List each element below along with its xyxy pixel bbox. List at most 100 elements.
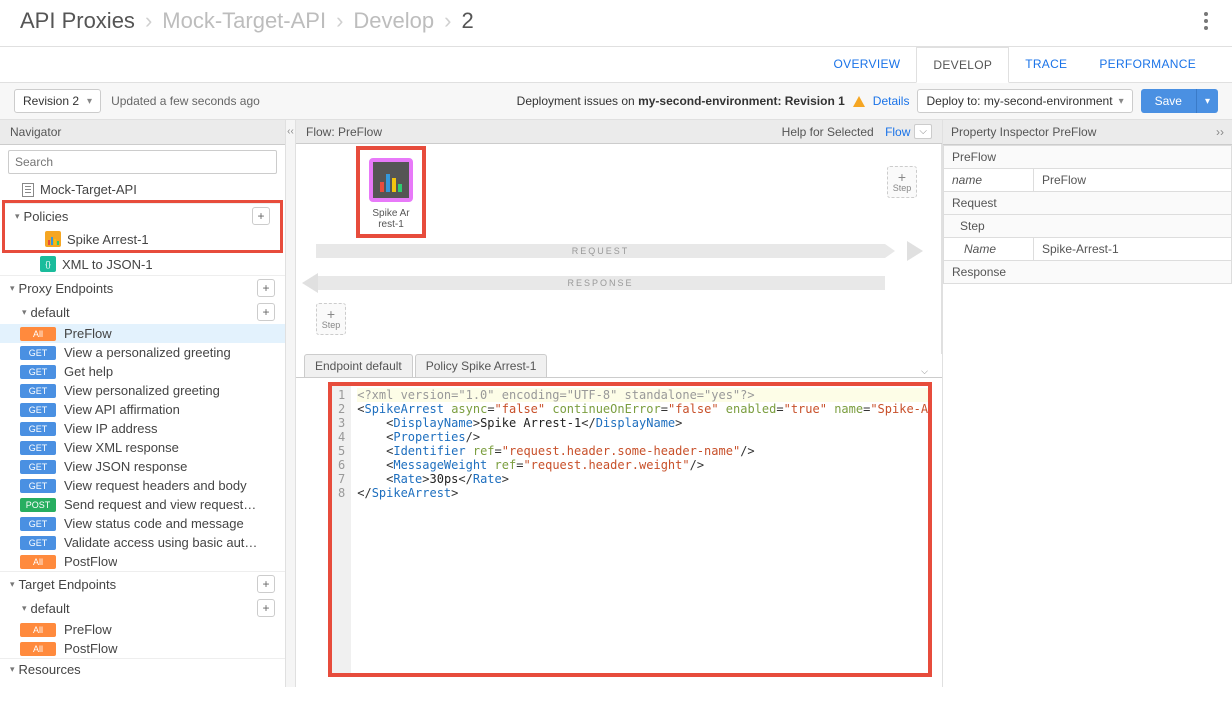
add-step-request[interactable]: +Step: [887, 166, 917, 198]
flow-item[interactable]: GET View XML response: [0, 438, 285, 457]
flow-label: View request headers and body: [64, 478, 247, 493]
flow-label: PreFlow: [64, 326, 112, 341]
add-target-flow-button[interactable]: +: [257, 599, 275, 617]
inspector-header: Property Inspector PreFlow››: [943, 120, 1232, 145]
flow-item[interactable]: GET View request headers and body: [0, 476, 285, 495]
help-label: Help for Selected: [782, 125, 874, 139]
nav-proxy-root[interactable]: Mock-Target-API: [0, 179, 285, 200]
nav-target-default[interactable]: default +: [0, 596, 285, 620]
prop-val-step-name[interactable]: Spike-Arrest-1: [1034, 238, 1232, 261]
method-badge: All: [20, 327, 56, 341]
method-badge: GET: [20, 517, 56, 531]
method-badge: GET: [20, 422, 56, 436]
method-badge: GET: [20, 365, 56, 379]
nav-section-target-endpoints[interactable]: Target Endpoints +: [0, 571, 285, 596]
nav-policy-xml-json[interactable]: {} XML to JSON-1: [0, 253, 285, 275]
flow-label: PreFlow: [64, 622, 112, 637]
flow-item[interactable]: GET Get help: [0, 362, 285, 381]
spike-arrest-big-icon: [369, 158, 413, 202]
flow-title: Flow: PreFlow: [306, 125, 382, 139]
flow-item[interactable]: GETView personalized greeting: [0, 381, 285, 400]
method-badge: GET: [20, 479, 56, 493]
method-badge: GET: [20, 403, 56, 417]
flow-header: Flow: PreFlow Help for Selected Flow ⌵: [296, 120, 942, 144]
flow-canvas: Spike Ar rest-1 +Step REQUEST RESPONSE +…: [296, 144, 942, 354]
breadcrumb-root[interactable]: API Proxies: [20, 8, 135, 34]
editor-tab-endpoint[interactable]: Endpoint default: [304, 354, 413, 377]
add-step-response[interactable]: +Step: [316, 303, 346, 335]
flow-label: View JSON response: [64, 459, 187, 474]
save-caret-button[interactable]: ▾: [1196, 89, 1218, 113]
nav-section-proxy-endpoints[interactable]: Proxy Endpoints +: [0, 275, 285, 300]
add-policy-button[interactable]: +: [252, 207, 270, 225]
policy-node-spike-arrest[interactable]: Spike Ar rest-1: [356, 146, 426, 238]
warning-icon: [853, 96, 865, 107]
flow-label: View personalized greeting: [64, 383, 220, 398]
nav-proxy-default[interactable]: default +: [0, 300, 285, 324]
breadcrumb-view[interactable]: Develop: [353, 8, 434, 34]
flow-item[interactable]: AllPostFlow: [0, 639, 285, 658]
flow-label: Validate access using basic aut…: [64, 535, 257, 550]
method-badge: GET: [20, 346, 56, 360]
flow-label: View a personalized greeting: [64, 345, 231, 360]
tab-trace[interactable]: TRACE: [1009, 47, 1083, 82]
help-flow-link[interactable]: Flow: [885, 125, 910, 139]
flow-item[interactable]: GETView IP address: [0, 419, 285, 438]
flow-item[interactable]: AllPostFlow: [0, 552, 285, 571]
add-target-endpoint-button[interactable]: +: [257, 575, 275, 593]
search-input[interactable]: [8, 150, 277, 174]
flow-item[interactable]: GETView JSON response: [0, 457, 285, 476]
tab-performance[interactable]: PERFORMANCE: [1083, 47, 1212, 82]
flow-label: Get help: [64, 364, 113, 379]
flow-label: View API affirmation: [64, 402, 180, 417]
navigator-title: Navigator: [0, 120, 285, 145]
flow-label: View XML response: [64, 440, 179, 455]
nav-policy-spike-arrest[interactable]: Spike Arrest-1: [5, 228, 280, 250]
breadcrumb-proxy[interactable]: Mock-Target-API: [162, 8, 326, 34]
flow-item[interactable]: POSTSend request and view request…: [0, 495, 285, 514]
prop-group-request: Request: [944, 192, 1232, 215]
page-header: API Proxies › Mock-Target-API › Develop …: [0, 0, 1232, 47]
flow-item[interactable]: GETValidate access using basic aut…: [0, 533, 285, 552]
document-icon: [22, 183, 34, 197]
deploy-issues-text: Deployment issues on my-second-environme…: [517, 94, 845, 108]
main-split: Navigator Mock-Target-API Policies + Spi…: [0, 120, 1232, 687]
tab-develop[interactable]: DEVELOP: [916, 47, 1009, 83]
method-badge: All: [20, 623, 56, 637]
view-tabs: OVERVIEW DEVELOP TRACE PERFORMANCE: [0, 47, 1232, 83]
revision-select[interactable]: Revision 2: [14, 89, 101, 113]
breadcrumb-rev: 2: [461, 8, 473, 34]
menu-kebab-icon[interactable]: [1200, 8, 1212, 34]
deploy-to-select[interactable]: Deploy to: my-second-environment: [917, 89, 1132, 113]
prop-val-name[interactable]: PreFlow: [1034, 169, 1232, 192]
flow-item[interactable]: GETView status code and message: [0, 514, 285, 533]
nav-section-policies[interactable]: Policies +: [5, 203, 280, 228]
flow-item[interactable]: All PreFlow: [0, 620, 285, 639]
arrow-left-icon: [302, 273, 318, 293]
property-table: PreFlow namePreFlow Request Step NameSpi…: [943, 145, 1232, 284]
prop-group-response: Response: [944, 261, 1232, 284]
flow-label: Send request and view request…: [64, 497, 256, 512]
flow-item[interactable]: GET View API affirmation: [0, 400, 285, 419]
save-button[interactable]: Save: [1141, 89, 1196, 113]
code-editor[interactable]: 12345678 <?xml version="1.0" encoding="U…: [328, 382, 932, 677]
method-badge: GET: [20, 441, 56, 455]
editor-tab-policy[interactable]: Policy Spike Arrest-1: [415, 354, 548, 377]
add-flow-button[interactable]: +: [257, 303, 275, 321]
expand-inspector-icon[interactable]: ››: [1216, 125, 1224, 139]
spike-arrest-icon: [45, 231, 61, 247]
collapse-sidebar-handle[interactable]: ‹‹: [286, 120, 296, 687]
editor-collapse-icon[interactable]: ⌵: [917, 364, 932, 378]
nav-section-resources[interactable]: Resources: [0, 658, 285, 680]
editor-tabs: Endpoint default Policy Spike Arrest-1 ⌵: [296, 354, 942, 378]
details-link[interactable]: Details: [873, 94, 910, 108]
flow-item[interactable]: GET View a personalized greeting: [0, 343, 285, 362]
flow-item[interactable]: All PreFlow: [0, 324, 285, 343]
toolbar: Revision 2 Updated a few seconds ago Dep…: [0, 83, 1232, 120]
collapse-flow-icon[interactable]: ⌵: [914, 124, 932, 139]
add-proxy-endpoint-button[interactable]: +: [257, 279, 275, 297]
method-badge: All: [20, 642, 56, 656]
prop-key-name: name: [944, 169, 1034, 192]
navigator-panel: Navigator Mock-Target-API Policies + Spi…: [0, 120, 286, 687]
tab-overview[interactable]: OVERVIEW: [818, 47, 917, 82]
